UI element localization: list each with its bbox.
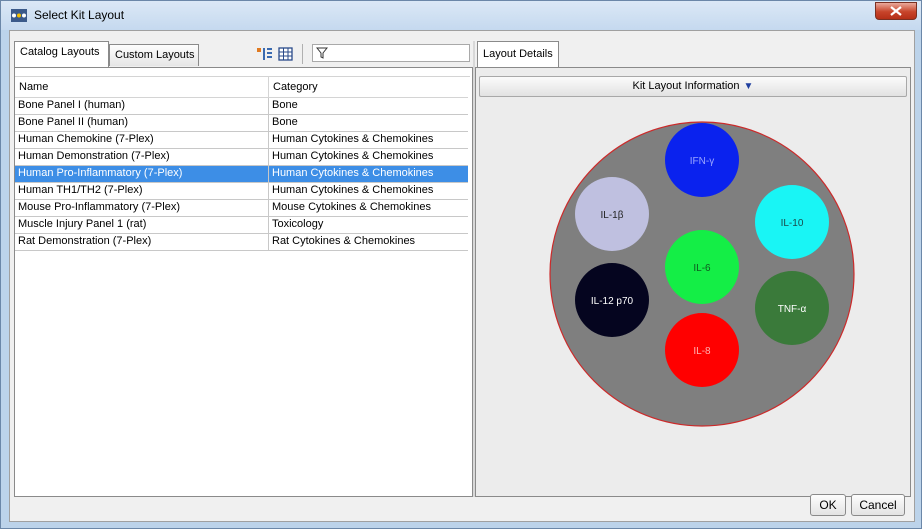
cell-name: Bone Panel I (human) bbox=[18, 99, 126, 111]
close-button[interactable] bbox=[875, 2, 917, 20]
bead-label: IFN-γ bbox=[690, 156, 714, 167]
ok-button[interactable]: OK bbox=[810, 494, 846, 516]
cancel-button[interactable]: Cancel bbox=[851, 494, 905, 516]
bead-label: TNF-α bbox=[778, 304, 807, 315]
bead-label: IL-1β bbox=[601, 210, 624, 221]
tab-layout-details[interactable]: Layout Details bbox=[477, 41, 559, 67]
table-header: Name Category bbox=[15, 76, 470, 98]
layout-details-panel: Layout Details Kit Layout Information ▼ I… bbox=[475, 41, 911, 497]
left-tab-strip: Catalog Layouts Custom Layouts bbox=[14, 41, 473, 67]
table-scroll-edge bbox=[468, 96, 472, 496]
table-row[interactable]: Human Demonstration (7-Plex) Human Cytoki… bbox=[15, 149, 470, 166]
table-row[interactable]: Bone Panel II (human) Bone bbox=[15, 115, 470, 132]
kit-layout-information-toggle[interactable]: Kit Layout Information ▼ bbox=[479, 76, 907, 97]
bead-label: IL-12 p70 bbox=[591, 296, 634, 307]
cell-category: Mouse Cytokines & Chemokines bbox=[268, 200, 470, 216]
tab-catalog-layouts[interactable]: Catalog Layouts bbox=[14, 41, 109, 67]
column-header-category[interactable]: Category bbox=[268, 77, 470, 97]
column-header-name[interactable]: Name bbox=[15, 77, 268, 97]
title-bar[interactable]: Select Kit Layout bbox=[1, 1, 921, 30]
select-kit-layout-window: Select Kit Layout Catalog Layouts Custom… bbox=[0, 0, 922, 529]
cell-category: Rat Cytokines & Chemokines bbox=[268, 234, 470, 250]
grid-view-icon[interactable] bbox=[277, 46, 295, 62]
window-title: Select Kit Layout bbox=[34, 8, 125, 22]
catalog-panel: Catalog Layouts Custom Layouts Name Cate… bbox=[14, 41, 473, 497]
cell-name: Rat Demonstration (7-Plex) bbox=[18, 235, 152, 247]
cell-category: Bone bbox=[268, 115, 470, 131]
table-body: Bone Panel I (human) Bone Bone Panel II (h… bbox=[15, 98, 470, 251]
table-row[interactable]: Human Pro-Inflammatory (7-Plex) Human Cyt… bbox=[15, 166, 470, 183]
filter-field[interactable] bbox=[312, 44, 470, 62]
bead-label: IL-8 bbox=[693, 346, 711, 357]
cell-category: Human Cytokines & Chemokines bbox=[268, 132, 470, 148]
cell-name: Human Chemokine (7-Plex) bbox=[18, 133, 154, 145]
table-row[interactable]: Human Chemokine (7-Plex) Human Cytokines … bbox=[15, 132, 470, 149]
cell-name: Bone Panel II (human) bbox=[18, 116, 129, 128]
triangle-down-icon: ▼ bbox=[743, 81, 754, 92]
cell-category: Human Cytokines & Chemokines bbox=[268, 166, 470, 182]
table-row[interactable]: Bone Panel I (human) Bone bbox=[15, 98, 470, 115]
layout-details-body: Kit Layout Information ▼ IFN-γ IL-1β IL-10 I… bbox=[475, 67, 911, 497]
cell-name: Human TH1/TH2 (7-Plex) bbox=[18, 184, 143, 196]
table-row[interactable]: Human TH1/TH2 (7-Plex) Human Cytokines & … bbox=[15, 183, 470, 200]
bead-label: IL-6 bbox=[693, 263, 711, 274]
sort-columns-icon[interactable] bbox=[256, 46, 274, 62]
kit-layout-app-icon bbox=[11, 9, 27, 22]
toolbar-separator bbox=[302, 44, 303, 64]
table-row[interactable]: Mouse Pro-Inflammatory (7-Plex) Mouse Cyt… bbox=[15, 200, 470, 217]
cell-category: Human Cytokines & Chemokines bbox=[268, 149, 470, 165]
table-row[interactable]: Rat Demonstration (7-Plex) Rat Cytokines … bbox=[15, 234, 470, 251]
cell-name: Human Pro-Inflammatory (7-Plex) bbox=[18, 167, 183, 179]
dialog-body: Catalog Layouts Custom Layouts Name Cate… bbox=[9, 30, 915, 522]
kit-bead-diagram: IFN-γ IL-1β IL-10 IL-6 IL-12 p70 TNF-α IL-8 bbox=[549, 121, 855, 427]
bead-label: IL-10 bbox=[781, 218, 804, 229]
filter-icon bbox=[316, 47, 328, 59]
tab-custom-layouts[interactable]: Custom Layouts bbox=[109, 44, 199, 66]
kit-layout-table: Name Category Bone Panel I (human) Bone Bo… bbox=[14, 67, 473, 497]
cell-name: Human Demonstration (7-Plex) bbox=[18, 150, 170, 162]
table-row[interactable]: Muscle Injury Panel 1 (rat) Toxicology bbox=[15, 217, 470, 234]
close-icon bbox=[890, 6, 902, 16]
kit-layout-information-label: Kit Layout Information bbox=[632, 80, 740, 92]
cell-category: Toxicology bbox=[268, 217, 470, 233]
cell-category: Bone bbox=[268, 98, 470, 114]
cell-category: Human Cytokines & Chemokines bbox=[268, 183, 470, 199]
cell-name: Mouse Pro-Inflammatory (7-Plex) bbox=[18, 201, 180, 213]
cell-name: Muscle Injury Panel 1 (rat) bbox=[18, 218, 147, 230]
